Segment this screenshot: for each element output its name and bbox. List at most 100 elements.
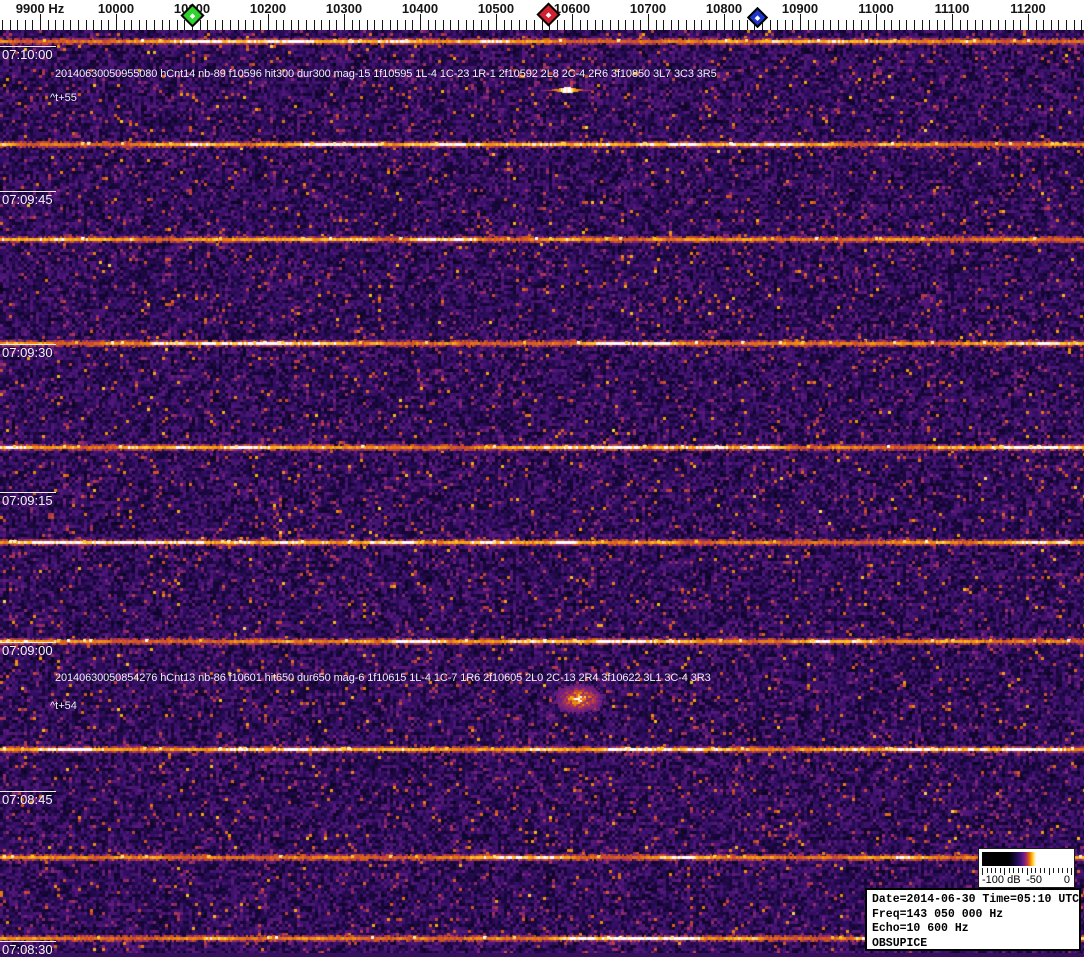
freq-minor-tick [214, 20, 216, 30]
freq-major-tick [876, 14, 877, 30]
freq-minor-tick [860, 20, 862, 30]
freq-minor-tick [1020, 20, 1022, 30]
freq-minor-tick [564, 20, 566, 30]
colorbar-tick [1066, 868, 1068, 873]
freq-minor-tick [207, 20, 209, 30]
freq-minor-tick [252, 20, 254, 30]
freq-minor-tick [678, 20, 680, 30]
freq-minor-tick [70, 20, 72, 30]
freq-minor-tick [321, 20, 323, 30]
freq-major-tick [496, 14, 497, 30]
freq-minor-tick [78, 20, 79, 30]
freq-minor-tick [176, 20, 178, 30]
freq-minor-tick [427, 20, 429, 30]
info-line: Date=2014-06-30 Time=05:10 UTC [872, 893, 1080, 906]
freq-minor-tick [298, 20, 300, 30]
colorbar-tick [1053, 868, 1055, 873]
time-label: 07:09:45 [0, 191, 56, 207]
freq-minor-tick [465, 20, 467, 30]
freq-minor-tick [222, 20, 224, 30]
freq-major-tick [572, 14, 573, 30]
freq-minor-tick [625, 20, 627, 30]
freq-minor-tick [328, 20, 330, 30]
freq-minor-tick [32, 20, 34, 30]
freq-minor-tick [822, 20, 824, 30]
time-label: 07:08:30 [0, 941, 56, 957]
freq-major-tick [724, 14, 725, 30]
freq-minor-tick [199, 20, 201, 30]
freq-minor-tick [541, 20, 543, 30]
freq-minor-tick [990, 20, 991, 30]
colorbar-tick [1044, 868, 1046, 873]
freq-minor-tick [412, 20, 414, 30]
freq-major-tick [648, 14, 649, 30]
freq-label-10800: 10800 [705, 1, 743, 16]
freq-label-10400: 10400 [401, 1, 439, 16]
colorbar-tick [1048, 868, 1050, 875]
freq-minor-tick [1035, 20, 1037, 30]
freq-minor-tick [579, 20, 581, 30]
freq-major-tick [40, 14, 41, 30]
freq-minor-tick [55, 20, 57, 30]
freq-minor-tick [313, 20, 315, 30]
meteor-spectrogram-window: { "window": {"width": 1084, "height": 95… [0, 0, 1084, 957]
freq-minor-tick [518, 20, 520, 30]
observation-info-box: Date=2014-06-30 Time=05:10 UTC Freq=143 0… [865, 888, 1081, 951]
freq-minor-tick [351, 20, 353, 30]
freq-major-tick [800, 14, 801, 30]
freq-minor-tick [306, 20, 307, 30]
colorbar-tick [1008, 868, 1010, 873]
freq-minor-tick [404, 20, 406, 30]
freq-minor-tick [108, 20, 110, 30]
freq-minor-tick [777, 20, 779, 30]
freq-minor-tick [154, 20, 155, 30]
freq-minor-tick [632, 20, 634, 30]
colorbar-label: -100 dB [982, 874, 1021, 886]
freq-major-tick [1028, 14, 1029, 30]
freq-minor-tick [17, 20, 19, 30]
spectrogram-canvas [0, 30, 1084, 953]
freq-minor-tick [815, 20, 817, 30]
freq-minor-tick [359, 20, 361, 30]
colorbar-tick [990, 868, 992, 873]
info-line: Echo=10 600 Hz [872, 922, 969, 935]
freq-minor-tick [868, 20, 870, 30]
detection-annotation: 20140630050854276 hCnt13 nb-86 f10601 hi… [55, 672, 711, 684]
freq-minor-tick [739, 20, 741, 30]
freq-minor-tick [906, 20, 908, 30]
freq-label-10200: 10200 [249, 1, 287, 16]
freq-minor-tick [853, 20, 855, 30]
freq-minor-tick [336, 20, 338, 30]
freq-minor-tick [594, 20, 596, 30]
freq-minor-tick [24, 20, 26, 30]
freq-minor-tick [1043, 20, 1045, 30]
freq-minor-tick [245, 20, 247, 30]
freq-minor-tick [534, 20, 535, 30]
colorbar-tick [1022, 868, 1023, 873]
freq-minor-tick [883, 20, 885, 30]
freq-minor-tick [974, 20, 976, 30]
freq-label-11000: 11000 [858, 1, 894, 16]
freq-minor-tick [663, 20, 665, 30]
freq-label-10300: 10300 [325, 1, 363, 16]
freq-minor-tick [275, 20, 277, 30]
freq-minor-tick [746, 20, 748, 30]
freq-minor-tick [93, 20, 95, 30]
freq-minor-tick [123, 20, 125, 30]
colorbar-tick [1035, 868, 1037, 873]
freq-minor-tick [1073, 20, 1075, 30]
freq-minor-tick [488, 20, 490, 30]
freq-minor-tick [731, 20, 733, 30]
frequency-ruler: 9900 Hz100001010010200103001040010500106… [0, 0, 1084, 30]
freq-minor-tick [769, 20, 771, 30]
freq-minor-tick [526, 20, 528, 30]
info-line: Freq=143 050 000 Hz [872, 907, 1004, 921]
freq-label-10700: 10700 [629, 1, 667, 16]
freq-minor-tick [1066, 20, 1067, 30]
freq-marker-blue-diamond-icon[interactable] [746, 6, 768, 28]
freq-minor-tick [442, 20, 444, 30]
freq-label-11200: 11200 [1010, 1, 1046, 16]
freq-minor-tick [556, 20, 558, 30]
freq-minor-tick [716, 20, 718, 30]
freq-minor-tick [610, 20, 611, 30]
